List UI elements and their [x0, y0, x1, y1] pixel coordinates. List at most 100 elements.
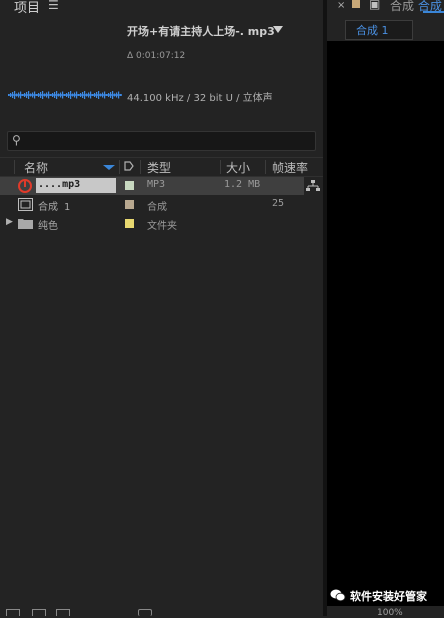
waveform-bar [38, 93, 40, 97]
waveform-bar [16, 93, 18, 97]
waveform-bar [60, 92, 62, 98]
waveform-bar [94, 93, 96, 97]
row-name[interactable]: 纯色 [38, 217, 58, 232]
waveform-bar [70, 91, 72, 99]
waveform-bar [64, 94, 66, 96]
waveform-bar [86, 93, 88, 97]
column-divider[interactable] [140, 160, 141, 174]
column-divider[interactable] [119, 160, 120, 174]
waveform-bar [44, 93, 46, 97]
delete-icon[interactable] [138, 609, 152, 616]
column-header-row: 名称 类型 大小 帧速率 [0, 157, 323, 177]
waveform-bar [50, 94, 52, 96]
hamburger-icon[interactable]: ☰ [48, 0, 59, 12]
waveform-bar [62, 91, 64, 99]
tab-label: 合成 [390, 0, 415, 13]
waveform-bar [54, 92, 56, 98]
waveform-bar [48, 91, 50, 99]
column-header-size[interactable]: 大小 [226, 159, 250, 176]
waveform-bar [106, 94, 108, 96]
expand-arrow-icon[interactable]: ▶ [6, 217, 13, 227]
waveform-bar [98, 91, 100, 99]
waveform-bar [84, 91, 86, 99]
waveform-bar [30, 93, 32, 97]
label-color-swatch[interactable] [125, 200, 134, 209]
composition-subtab[interactable]: 合成 1 [345, 20, 413, 40]
waveform-bar [56, 91, 58, 99]
search-input[interactable] [34, 133, 304, 147]
table-row[interactable]: ▶ 纯色 文件夹 [0, 215, 304, 233]
zoom-level[interactable]: 100% [377, 608, 403, 618]
waveform-bar [88, 92, 90, 98]
waveform-bar [96, 92, 98, 98]
waveform-bar [40, 92, 42, 98]
column-header-name[interactable]: 名称 [24, 159, 48, 176]
label-color-swatch [352, 0, 360, 8]
waveform-bar [46, 92, 48, 98]
row-name[interactable]: 合成 1 [38, 198, 70, 213]
project-footer-toolbar [0, 607, 323, 616]
waveform-bar [120, 94, 122, 96]
waveform-bar [36, 94, 38, 96]
row-name[interactable]: ....mp3 [38, 179, 80, 190]
column-divider[interactable] [265, 160, 266, 174]
waveform-bar [110, 92, 112, 98]
waveform-bar [74, 92, 76, 98]
row-fps: 25 [272, 198, 285, 209]
label-color-swatch[interactable] [125, 219, 134, 228]
waveform-bar [82, 92, 84, 98]
search-icon[interactable]: ⚲ [12, 133, 21, 147]
column-header-type[interactable]: 类型 [147, 159, 171, 176]
column-divider[interactable] [14, 160, 15, 174]
waveform-bar [114, 93, 116, 97]
folder-icon [18, 219, 33, 229]
waveform-bar [90, 91, 92, 99]
row-type: 合成 [147, 202, 167, 213]
row-type: 文件夹 [147, 221, 177, 232]
column-divider[interactable] [220, 160, 221, 174]
flowchart-icon[interactable] [306, 180, 320, 192]
interpret-footage-icon[interactable] [6, 609, 20, 616]
audio-info: 44.100 kHz / 32 bit U / 立体声 [127, 93, 273, 104]
new-folder-icon[interactable] [32, 609, 46, 616]
waveform-bar [100, 93, 102, 97]
label-color-swatch[interactable] [125, 181, 134, 190]
table-row[interactable]: 合成 1 合成 25 [0, 196, 304, 214]
file-duration: Δ 0:01:07:12 [127, 51, 186, 61]
subtab-label: 合成 1 [356, 24, 389, 37]
composition-viewer[interactable] [327, 41, 444, 606]
close-icon[interactable]: × [337, 0, 345, 11]
waveform-bar [104, 91, 106, 99]
composition-icon [18, 198, 33, 211]
project-search-bar[interactable]: ⚲ [7, 131, 316, 151]
waveform-bar [10, 93, 12, 97]
active-tab-indicator [423, 11, 444, 13]
tab-composition-icon[interactable]: ▣ [369, 0, 380, 11]
waveform-bar [102, 92, 104, 98]
watermark: 软件安装好管家 [330, 584, 442, 606]
waveform-bar [108, 93, 110, 97]
waveform-bar [26, 92, 28, 98]
waveform-bar [72, 93, 74, 97]
waveform-bar [24, 93, 26, 97]
waveform-bar [92, 94, 94, 96]
waveform-bar [78, 94, 80, 96]
waveform-bar [14, 91, 16, 99]
table-row[interactable]: ....mp3 MP3 1.2 MB [0, 177, 304, 195]
new-composition-icon[interactable] [56, 609, 70, 616]
waveform-bar [22, 94, 24, 96]
waveform-bar [116, 92, 118, 98]
waveform-bar [34, 91, 36, 99]
label-tag-icon[interactable] [124, 161, 134, 171]
watermark-text: 软件安装好管家 [350, 590, 427, 603]
waveform-bar [118, 91, 120, 99]
waveform-bar [58, 93, 60, 97]
selected-file-name: 开场+有请主持人上场-. mp3 [127, 25, 275, 38]
sort-descending-icon[interactable] [103, 165, 115, 170]
column-header-fps[interactable]: 帧速率 [272, 159, 308, 176]
dropdown-arrow-icon[interactable] [273, 26, 283, 33]
waveform-bar [12, 92, 14, 98]
project-panel-title[interactable]: 项目 [14, 0, 40, 16]
waveform-bar [32, 92, 34, 98]
waveform-bar [66, 93, 68, 97]
